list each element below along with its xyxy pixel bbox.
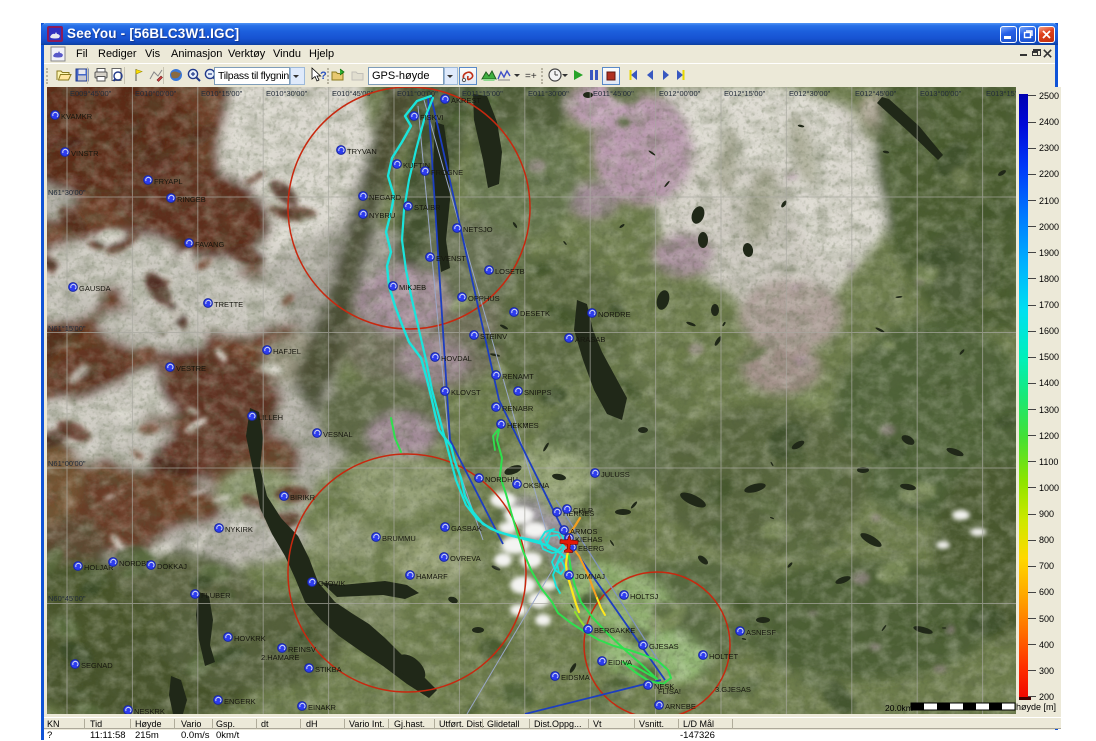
svg-text:OVREVA: OVREVA — [450, 554, 481, 563]
svg-text:GJESAS: GJESAS — [649, 642, 679, 651]
svg-text:E011°30'00": E011°30'00" — [528, 89, 569, 98]
svg-text:HOLTSJ: HOLTSJ — [630, 592, 658, 601]
svg-text:FISKVI: FISKVI — [420, 113, 444, 122]
svg-text:N61°15'00": N61°15'00" — [48, 324, 86, 333]
svg-text:NORDRE: NORDRE — [598, 310, 631, 319]
svg-text:EIDSMA: EIDSMA — [561, 673, 590, 682]
svg-text:ASNESF: ASNESF — [746, 628, 776, 637]
svg-text:N61°00'00": N61°00'00" — [48, 459, 86, 468]
svg-text:E012°45'00": E012°45'00" — [855, 89, 897, 98]
svg-text:NORDBE: NORDBE — [119, 559, 151, 568]
svg-text:?: ? — [320, 70, 327, 82]
svg-text:VESNAL: VESNAL — [323, 430, 353, 439]
svg-text:E012°15'00": E012°15'00" — [724, 89, 766, 98]
svg-text:VESTRE: VESTRE — [176, 364, 206, 373]
svg-text:E010°45'00": E010°45'00" — [332, 89, 374, 98]
svg-text:LOSETB: LOSETB — [495, 267, 525, 276]
svg-text:JULUSS: JULUSS — [601, 470, 630, 479]
svg-text:RINGEB: RINGEB — [177, 195, 206, 204]
svg-text:EBERG: EBERG — [578, 544, 604, 553]
svg-text:NYBRU: NYBRU — [369, 211, 395, 220]
svg-text:ENGERK: ENGERK — [224, 697, 256, 706]
svg-text:N61°30'00": N61°30'00" — [48, 188, 86, 197]
svg-text:HAMARF: HAMARF — [416, 572, 448, 581]
svg-text:SNIPPS: SNIPPS — [524, 388, 552, 397]
svg-text:N60°45'00": N60°45'00" — [48, 594, 86, 603]
svg-text:GAUSDA: GAUSDA — [79, 284, 111, 293]
svg-text:EINAKR: EINAKR — [308, 703, 337, 712]
svg-text:NEGARD: NEGARD — [369, 193, 402, 202]
svg-text:TRETTE: TRETTE — [214, 300, 243, 309]
svg-text:FLUBER: FLUBER — [201, 591, 231, 600]
svg-text:SEGNAD: SEGNAD — [81, 661, 113, 670]
svg-text:=+: =+ — [525, 71, 537, 82]
svg-text:DOKKAJ: DOKKAJ — [157, 562, 187, 571]
svg-text:AKREST: AKREST — [451, 96, 481, 105]
svg-text:3.GJESAS: 3.GJESAS — [715, 685, 751, 694]
svg-text:E010°00'00": E010°00'00" — [135, 89, 177, 98]
svg-text:NETSJO: NETSJO — [463, 225, 493, 234]
svg-text:2.HAMARE: 2.HAMARE — [261, 653, 299, 662]
svg-text:FAVANG: FAVANG — [195, 240, 224, 249]
svg-text:HOVDAL: HOVDAL — [441, 354, 472, 363]
svg-text:E010°15'00": E010°15'00" — [201, 89, 243, 98]
svg-text:HAFJEL: HAFJEL — [273, 347, 301, 356]
svg-text:NESKRK: NESKRK — [134, 707, 165, 714]
svg-text:BERGAKKE: BERGAKKE — [594, 626, 635, 635]
svg-text:KIEHAS: KIEHAS — [575, 535, 603, 544]
svg-text:GJOVIK: GJOVIK — [318, 579, 346, 588]
svg-text:E013°15'00": E013°15'00" — [986, 89, 1016, 98]
svg-text:E010°30'00": E010°30'00" — [266, 89, 308, 98]
svg-text:STAIBR: STAIBR — [414, 203, 441, 212]
svg-text:E012°30'00": E012°30'00" — [789, 89, 831, 98]
svg-text:VINSTR: VINSTR — [71, 149, 99, 158]
svg-text:RENAMT: RENAMT — [502, 372, 534, 381]
svg-text:FRYAPL: FRYAPL — [154, 177, 182, 186]
svg-text:E009°45'00": E009°45'00" — [70, 89, 112, 98]
svg-text:HEKMES: HEKMES — [507, 421, 539, 430]
svg-text:ARNEBE: ARNEBE — [665, 702, 696, 711]
svg-text:BIRIKR: BIRIKR — [290, 493, 316, 502]
svg-text:FLISA!: FLISA! — [658, 687, 681, 696]
svg-text:E011°45'00": E011°45'00" — [593, 89, 634, 98]
svg-text:OPPHUS: OPPHUS — [468, 294, 500, 303]
svg-text:RENABR: RENABR — [502, 404, 534, 413]
svg-text:HOLTET: HOLTET — [709, 652, 738, 661]
svg-text:MIKJEB: MIKJEB — [399, 283, 426, 292]
svg-text:BRUMMU: BRUMMU — [382, 534, 416, 543]
svg-text:E012°00'00": E012°00'00" — [659, 89, 701, 98]
svg-text:DESETK: DESETK — [520, 309, 550, 318]
svg-text:JOMNAJ: JOMNAJ — [575, 572, 605, 581]
svg-text:TRYVAN: TRYVAN — [347, 147, 377, 156]
svg-text:LILLEH: LILLEH — [258, 413, 283, 422]
svg-text:20.0km: 20.0km — [885, 703, 913, 713]
svg-text:EIDIVA: EIDIVA — [608, 658, 632, 667]
svg-text:E013°00'00": E013°00'00" — [920, 89, 962, 98]
svg-text:FROGNE: FROGNE — [431, 168, 463, 177]
svg-text:GASBAK: GASBAK — [451, 524, 482, 533]
svg-text:NYKIRK: NYKIRK — [225, 525, 253, 534]
svg-text:CHLP: CHLP — [573, 506, 593, 515]
svg-text:KVAMKR: KVAMKR — [61, 112, 93, 121]
svg-text:OKSNA: OKSNA — [523, 481, 549, 490]
svg-text:KLOVST: KLOVST — [451, 388, 481, 397]
svg-text:STIKBA: STIKBA — [315, 665, 342, 674]
svg-text:ARASAB: ARASAB — [575, 335, 605, 344]
svg-text:STEINV: STEINV — [480, 332, 507, 341]
svg-text:EVENST: EVENST — [436, 254, 466, 263]
svg-text:HOVKRK: HOVKRK — [234, 634, 266, 643]
